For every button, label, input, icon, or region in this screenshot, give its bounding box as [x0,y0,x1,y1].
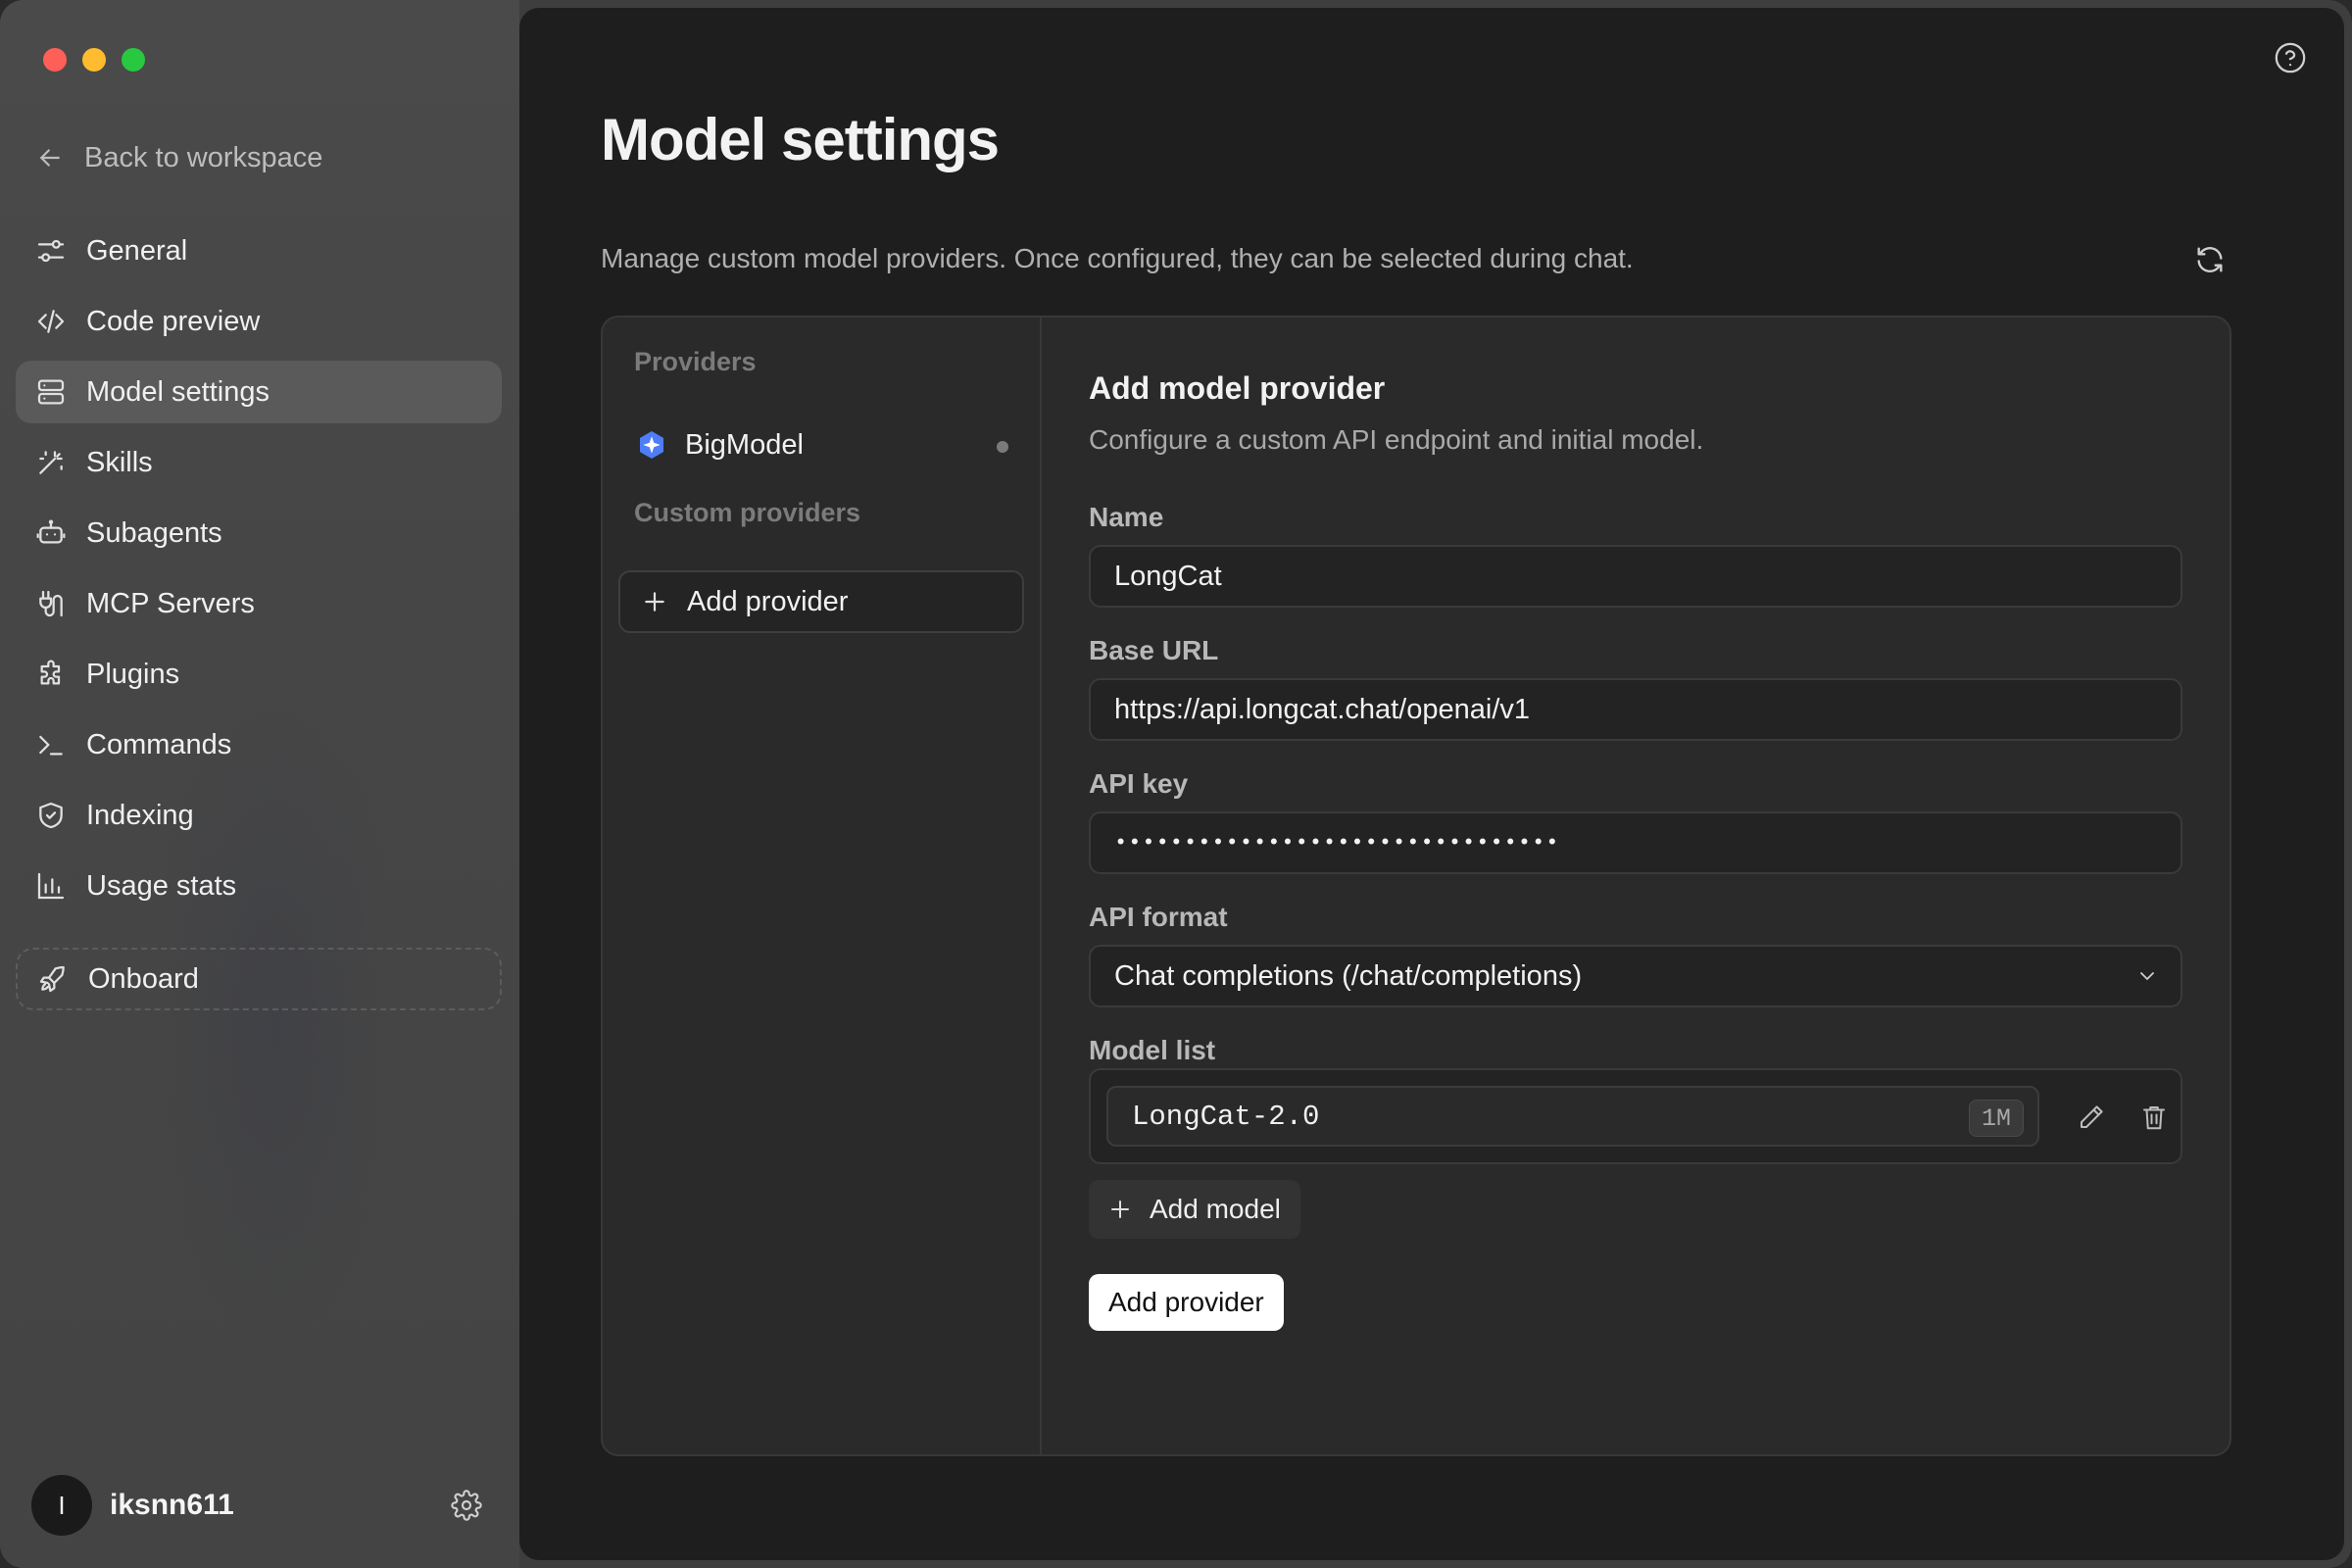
add-model-button[interactable]: Add model [1089,1180,1300,1239]
custom-providers-heading: Custom providers [634,498,861,527]
add-provider-sidebar-label: Add provider [687,585,849,617]
sidebar-item-subagents[interactable]: Subagents [16,502,502,564]
user-profile: I iksnn611 [31,1474,482,1537]
add-model-label: Add model [1150,1194,1281,1224]
model-name: LongCat-2.0 [1132,1100,1320,1133]
code-icon [37,310,65,333]
magic-wand-icon [39,451,63,474]
main-content: Model settings Manage custom model provi… [519,8,2344,1560]
base-url-label: Base URL [1089,635,1219,665]
add-provider-sidebar-button[interactable]: Add provider [618,570,1024,633]
base-url-field[interactable]: https://api.longcat.chat/openai/v1 [1089,678,2182,741]
sidebar-item-commands[interactable]: Commands [16,713,502,776]
api-format-value: Chat completions (/chat/completions) [1114,959,1583,992]
api-key-field[interactable]: •••••••••••••••••••••••••••••••• [1089,811,2182,874]
sidebar-item-skills[interactable]: Skills [16,431,502,494]
puzzle-icon [40,660,61,685]
name-value: LongCat [1114,560,1222,592]
providers-heading: Providers [634,347,757,376]
page-description: Manage custom model providers. Once conf… [601,243,1634,273]
model-entry[interactable]: LongCat-2.0 1M [1106,1086,2039,1147]
form-description: Configure a custom API endpoint and init… [1089,424,1704,455]
model-list-label: Model list [1089,1035,1216,1065]
sidebar-item-label: Model settings [86,375,270,408]
terminal-icon [39,735,63,756]
sidebar-item-plugins[interactable]: Plugins [16,643,502,706]
help-icon[interactable] [2274,41,2307,74]
sidebar-item-label: General [86,234,188,267]
app-window: Back to workspace General Code preview M… [0,0,2352,1568]
plug-icon [39,590,63,617]
arrow-left-icon [40,149,60,167]
providers-list: Providers BigModel Custom providers Add … [603,318,1042,1454]
sidebar-item-model-settings[interactable]: Model settings [16,361,502,423]
avatar[interactable]: I [31,1475,92,1536]
back-to-workspace-label: Back to workspace [84,141,323,173]
robot-icon [36,519,66,544]
chevron-down-icon [2140,972,2154,980]
plus-icon [1111,1200,1129,1218]
api-format-label: API format [1089,902,1228,932]
username: iksnn611 [110,1489,234,1521]
sidebar-item-label: MCP Servers [86,587,255,619]
sidebar-item-label: Skills [86,446,153,478]
sliders-icon [37,239,65,263]
plus-icon [645,592,664,612]
sidebar-item-mcp-servers[interactable]: MCP Servers [16,572,502,635]
sidebar-item-label: Usage stats [86,869,237,902]
sidebar-item-indexing[interactable]: Indexing [16,784,502,847]
submit-label: Add provider [1108,1287,1264,1317]
sidebar-item-label: Commands [86,728,232,760]
rocket-icon [39,965,65,993]
minimize-window-button[interactable] [82,48,106,72]
sidebar-item-label: Subagents [86,516,222,549]
sidebar-item-label: Code preview [86,305,261,337]
provider-name: BigModel [685,428,804,461]
sidebar-item-label: Indexing [86,799,194,831]
api-key-label: API key [1089,768,1189,799]
sidebar-item-label: Plugins [86,658,180,690]
settings-nav: General Code preview Model settings Skil… [16,220,502,925]
refresh-icon[interactable] [2193,243,2227,276]
api-key-value: •••••••••••••••••••••••••••••••• [1114,830,1560,856]
pencil-icon[interactable] [2077,1102,2106,1132]
page-title: Model settings [601,107,1000,172]
gear-icon[interactable] [451,1490,482,1521]
model-list: LongCat-2.0 1M [1089,1068,2182,1164]
context-size-badge: 1M [1968,1100,2024,1137]
server-icon [37,379,65,405]
shield-icon [39,802,63,829]
sidebar: Back to workspace General Code preview M… [0,0,519,1568]
zoom-window-button[interactable] [122,48,145,72]
trash-icon[interactable] [2139,1102,2169,1132]
add-provider-form: Add model provider Configure a custom AP… [1042,318,2230,1454]
provider-status-dot [997,441,1008,453]
window-controls [43,48,145,72]
api-format-select[interactable]: Chat completions (/chat/completions) [1089,945,2182,1007]
base-url-value: https://api.longcat.chat/openai/v1 [1114,693,1531,725]
name-label: Name [1089,502,1164,532]
form-title: Add model provider [1089,370,1386,406]
close-window-button[interactable] [43,48,67,72]
bigmodel-logo-icon [640,431,663,459]
sidebar-item-general[interactable]: General [16,220,502,282]
provider-panel: Providers BigModel Custom providers Add … [601,316,2231,1456]
back-to-workspace-link[interactable]: Back to workspace [35,135,322,180]
sidebar-item-usage-stats[interactable]: Usage stats [16,855,502,917]
provider-item-bigmodel[interactable]: BigModel [618,414,1026,476]
onboard-button[interactable]: Onboard [16,948,502,1010]
add-provider-submit-button[interactable]: Add provider [1089,1274,1284,1331]
name-field[interactable]: LongCat [1089,545,2182,608]
sidebar-item-code-preview[interactable]: Code preview [16,290,502,353]
bar-chart-icon [37,872,65,900]
onboard-label: Onboard [88,962,199,995]
